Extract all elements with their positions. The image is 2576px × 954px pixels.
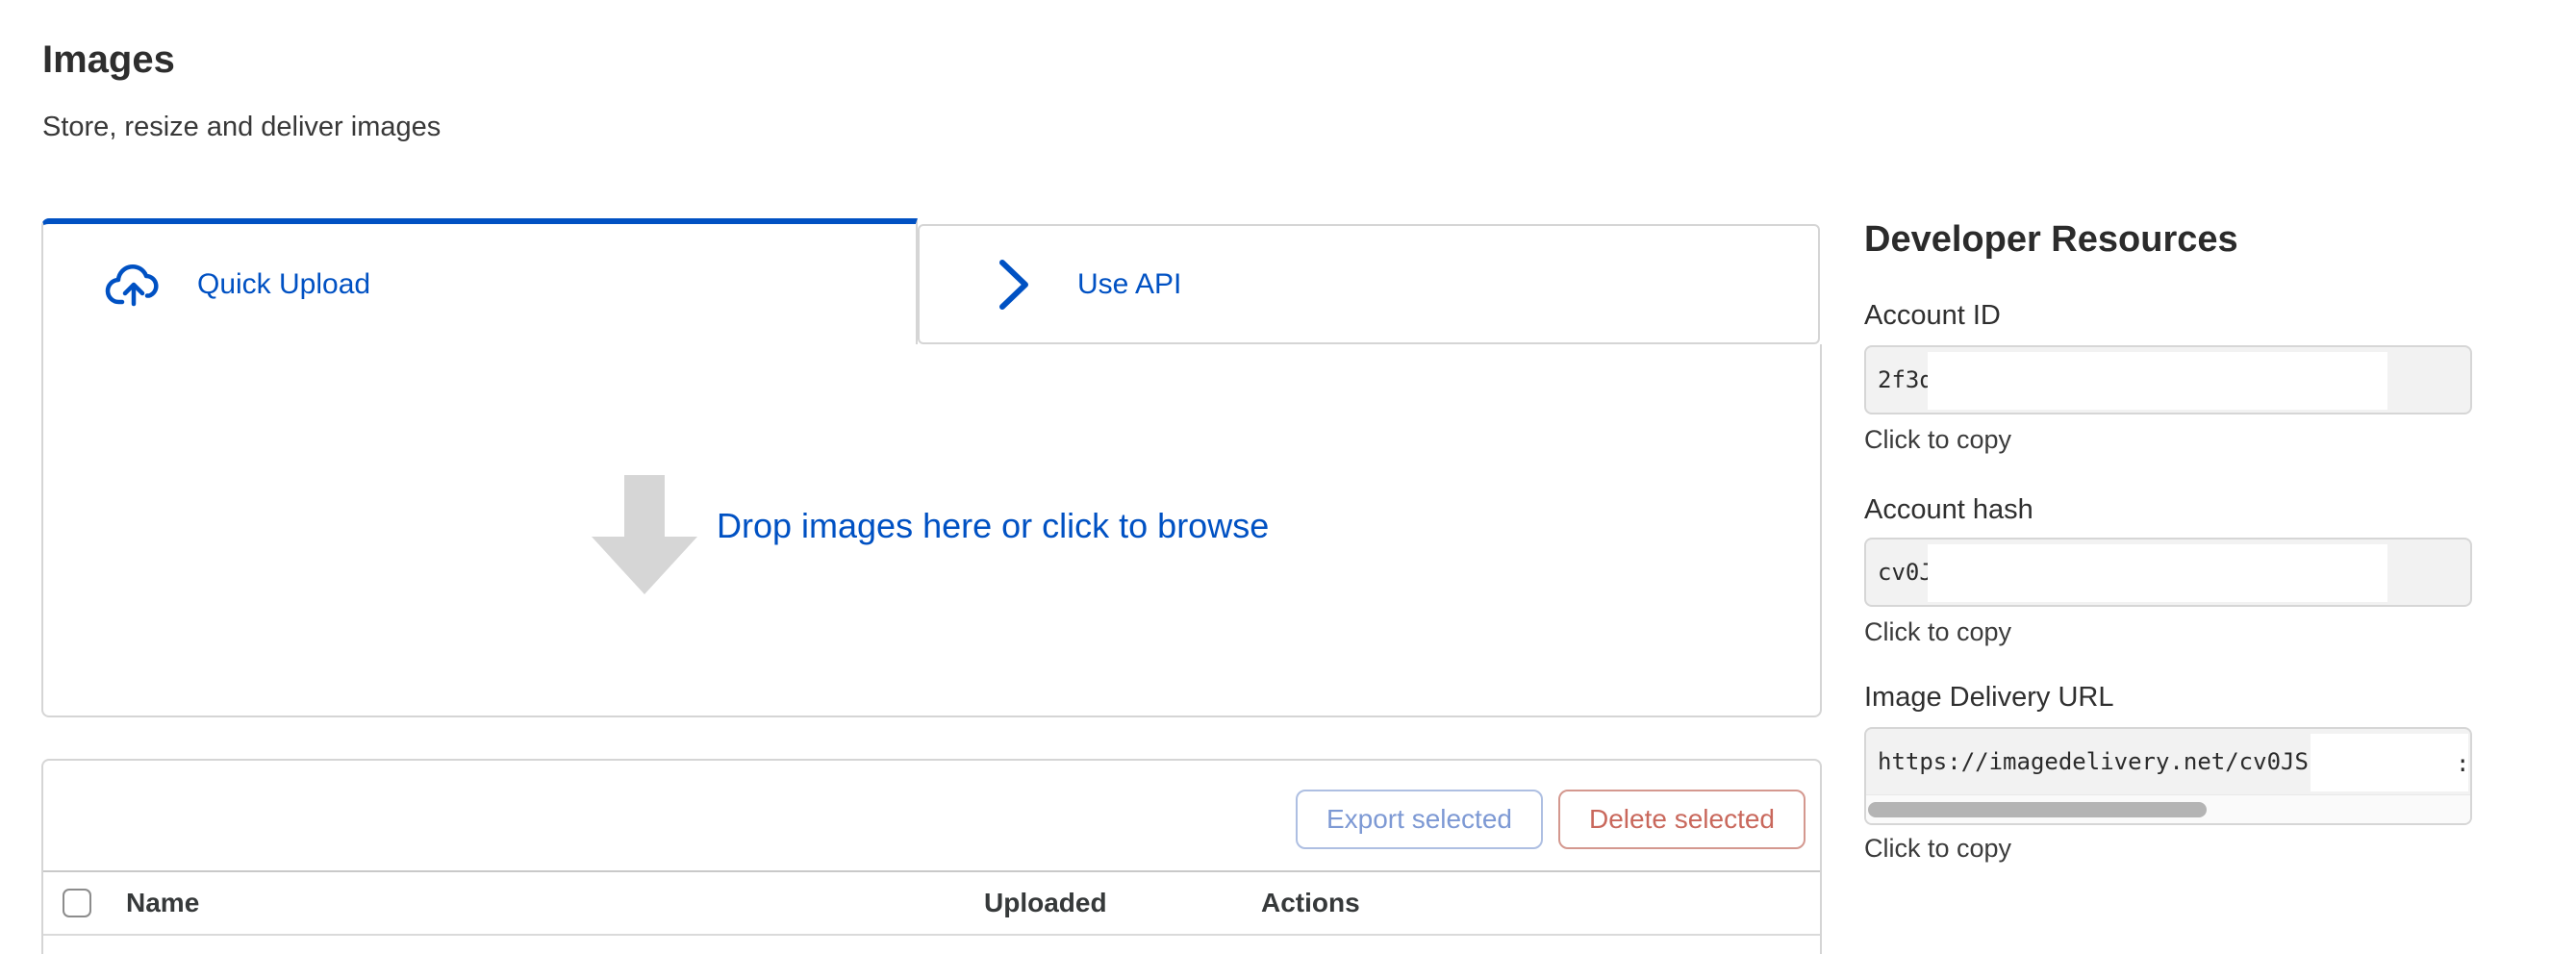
table-header-row: Name Uploaded Actions [43, 872, 1820, 936]
column-header-uploaded: Uploaded [984, 888, 1107, 918]
account-id-field[interactable]: 2f3d [1864, 345, 2472, 414]
horizontal-scrollbar [1866, 794, 2470, 823]
image-list-card: Export selected Delete selected Name Upl… [41, 759, 1822, 954]
page-title: Images [42, 38, 175, 82]
account-hash-label: Account hash [1864, 494, 2033, 526]
tab-quick-upload[interactable]: Quick Upload [41, 218, 918, 344]
account-hash-value: cv0J [1878, 540, 1933, 605]
developer-resources-panel: Developer Resources Account ID 2f3d Clic… [1864, 0, 2480, 954]
redaction-overlay [1928, 352, 2387, 410]
tab-use-api-label: Use API [1077, 268, 1181, 301]
page-subtitle: Store, resize and deliver images [42, 112, 441, 143]
clipped-url-character: : [2456, 750, 2465, 777]
image-delivery-url-field[interactable]: https://imagedelivery.net/cv0JSj : [1864, 727, 2472, 825]
redaction-overlay [1928, 544, 2387, 602]
drop-zone-label[interactable]: Drop images here or click to browse [717, 506, 1269, 546]
account-hash-field[interactable]: cv0J [1864, 538, 2472, 607]
image-delivery-url-copy-hint: Click to copy [1864, 834, 2011, 864]
select-all-checkbox[interactable] [63, 889, 91, 917]
image-delivery-url-value: https://imagedelivery.net/cv0JSj [1878, 729, 2322, 794]
export-selected-button[interactable]: Export selected [1296, 790, 1543, 849]
tab-quick-upload-label: Quick Upload [197, 268, 370, 301]
images-page: Images Store, resize and deliver images … [0, 0, 2576, 954]
tab-use-api[interactable]: Use API [918, 224, 1820, 344]
account-id-label: Account ID [1864, 300, 2001, 332]
column-header-name: Name [126, 888, 199, 918]
account-hash-copy-hint: Click to copy [1864, 617, 2011, 647]
cloud-upload-icon [103, 261, 164, 309]
developer-resources-heading: Developer Resources [1864, 219, 2238, 261]
chevron-right-icon [997, 257, 1031, 313]
image-delivery-url-label: Image Delivery URL [1864, 682, 2113, 714]
upload-tabs-card: Quick Upload Use API Drop images here or… [41, 218, 1822, 717]
column-header-actions: Actions [1261, 888, 1360, 918]
down-arrow-icon [592, 475, 697, 594]
image-drop-zone[interactable]: Drop images here or click to browse [41, 344, 1822, 717]
delete-selected-button[interactable]: Delete selected [1558, 790, 1806, 849]
account-id-copy-hint: Click to copy [1864, 425, 2011, 455]
scrollbar-thumb[interactable] [1868, 802, 2207, 817]
redaction-overlay [2311, 734, 2468, 791]
account-id-value: 2f3d [1878, 347, 1933, 413]
list-toolbar: Export selected Delete selected [43, 761, 1820, 870]
